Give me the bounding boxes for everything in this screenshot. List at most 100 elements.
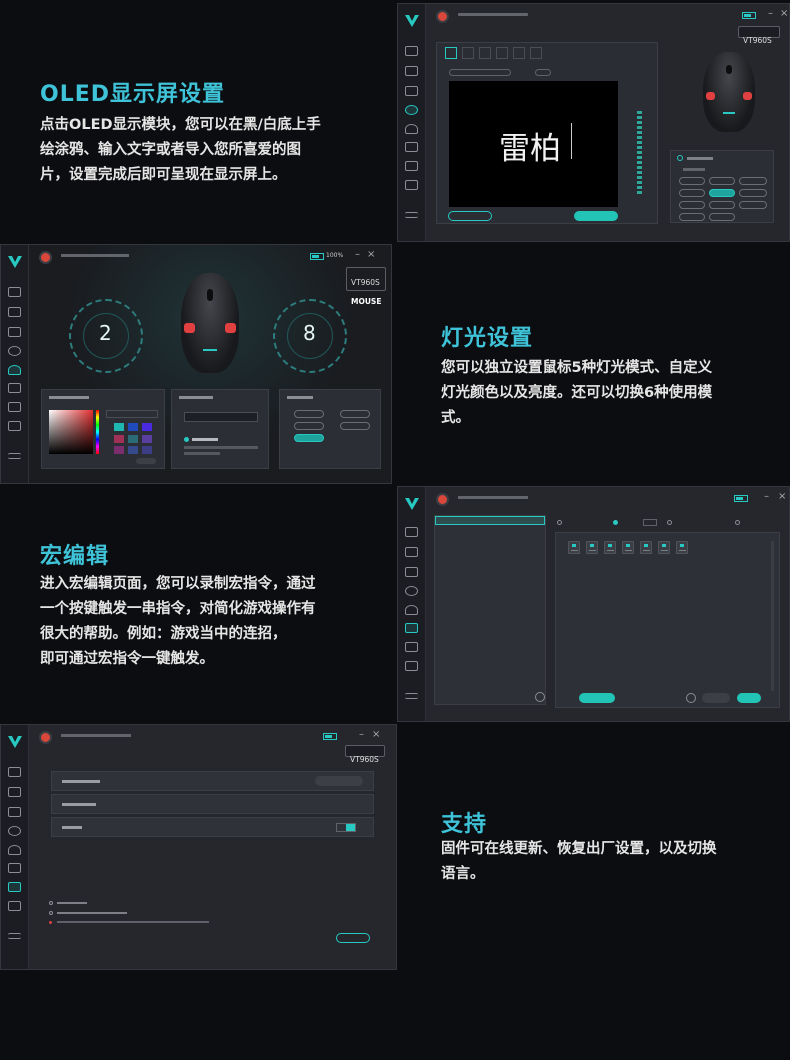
light-mode-chip[interactable]	[340, 422, 370, 430]
color-swatch[interactable]	[142, 446, 152, 454]
avatar[interactable]	[39, 251, 52, 264]
color-swatch[interactable]	[142, 423, 152, 431]
support-icon[interactable]	[405, 161, 418, 171]
mode-chip[interactable]	[709, 213, 735, 221]
support-icon[interactable]	[8, 882, 21, 892]
color-swatch[interactable]	[142, 435, 152, 443]
mode-chip[interactable]	[679, 189, 705, 197]
confirm-color-button[interactable]	[136, 458, 156, 464]
mode-chip-active[interactable]	[709, 189, 735, 197]
save-macro-button[interactable]	[737, 693, 761, 703]
color-picker[interactable]	[49, 410, 93, 454]
home-icon[interactable]	[8, 767, 21, 777]
checkbox-icon[interactable]	[49, 901, 53, 905]
home-icon[interactable]	[405, 46, 418, 56]
support-icon[interactable]	[8, 402, 21, 412]
macro-icon[interactable]	[405, 623, 418, 633]
close-icon[interactable]: ×	[372, 729, 380, 740]
device-badge[interactable]: VT960S	[738, 26, 780, 45]
light-mode-chip[interactable]	[340, 410, 370, 418]
pen-tool-icon[interactable]	[462, 47, 474, 59]
font-size-select[interactable]	[535, 69, 551, 76]
minimize-icon[interactable]: –	[768, 8, 773, 19]
radio-icon[interactable]	[557, 520, 562, 525]
checkbox-icon[interactable]	[49, 911, 53, 915]
oled-icon[interactable]	[8, 826, 21, 836]
keys-icon[interactable]	[8, 307, 21, 317]
check-update-button[interactable]	[315, 776, 363, 786]
color-swatch[interactable]	[128, 446, 138, 454]
scrollbar[interactable]	[771, 541, 774, 691]
color-swatch[interactable]	[114, 446, 124, 454]
color-swatch[interactable]	[128, 435, 138, 443]
light-icon[interactable]	[405, 605, 418, 615]
device-badge[interactable]: VT960S	[345, 745, 385, 764]
oled-icon[interactable]	[405, 105, 418, 115]
hue-slider[interactable]	[96, 410, 99, 454]
rgb-inputs[interactable]	[106, 410, 158, 418]
macro-key[interactable]	[586, 541, 598, 554]
home-icon[interactable]	[405, 527, 418, 537]
text-tool-icon[interactable]	[445, 47, 457, 59]
start-recording-button[interactable]	[579, 693, 615, 703]
close-icon[interactable]: ×	[778, 491, 786, 502]
support-icon[interactable]	[405, 642, 418, 652]
close-icon[interactable]: ×	[780, 8, 788, 19]
mode-chip[interactable]	[679, 213, 705, 221]
keys-icon[interactable]	[405, 66, 418, 76]
avatar[interactable]	[436, 493, 449, 506]
menu-icon[interactable]	[8, 453, 21, 459]
mode-chip[interactable]	[739, 189, 767, 197]
minimize-icon[interactable]: –	[764, 491, 769, 502]
shape-tool-icon[interactable]	[479, 47, 491, 59]
language-toggle[interactable]	[336, 823, 356, 832]
light-mode-chip[interactable]	[294, 410, 324, 418]
close-icon[interactable]: ×	[367, 249, 375, 260]
radio-selected-icon[interactable]	[184, 437, 189, 442]
macro-key[interactable]	[658, 541, 670, 554]
mode-chip[interactable]	[679, 177, 705, 185]
menu-icon[interactable]	[8, 933, 21, 939]
light-icon[interactable]	[8, 365, 21, 375]
light-icon[interactable]	[405, 124, 418, 134]
keys-icon[interactable]	[8, 787, 21, 797]
color-swatch[interactable]	[128, 423, 138, 431]
minimize-icon[interactable]: –	[355, 249, 360, 260]
macro-list-item-selected[interactable]	[435, 516, 545, 525]
menu-icon[interactable]	[405, 212, 418, 218]
color-swatch[interactable]	[114, 435, 124, 443]
avatar[interactable]	[39, 731, 52, 744]
macro-key[interactable]	[640, 541, 652, 554]
image-tool-icon[interactable]	[530, 47, 542, 59]
radio-selected-icon[interactable]	[613, 520, 618, 525]
dpi-icon[interactable]	[8, 327, 21, 337]
oled-icon[interactable]	[8, 346, 21, 356]
dpi-icon[interactable]	[405, 86, 418, 96]
oled-canvas[interactable]: 雷柏	[449, 81, 618, 207]
radio-icon[interactable]	[735, 520, 740, 525]
user-icon[interactable]	[8, 421, 21, 431]
device-badge[interactable]: VT960S MOUSE	[346, 267, 386, 306]
dpi-icon[interactable]	[8, 807, 21, 817]
reset-icon[interactable]	[686, 693, 696, 703]
save-oled-button[interactable]	[574, 211, 618, 221]
macro-icon[interactable]	[8, 863, 21, 873]
dpi-icon[interactable]	[405, 567, 418, 577]
cancel-button[interactable]	[702, 693, 730, 703]
oled-icon[interactable]	[405, 586, 418, 596]
color-swatch[interactable]	[114, 423, 124, 431]
macro-icon[interactable]	[405, 142, 418, 152]
macro-key[interactable]	[622, 541, 634, 554]
add-macro-icon[interactable]	[535, 692, 545, 702]
user-icon[interactable]	[405, 180, 418, 190]
macro-key[interactable]	[568, 541, 580, 554]
radio-icon[interactable]	[667, 520, 672, 525]
brightness-slider[interactable]	[637, 111, 642, 195]
macro-key[interactable]	[604, 541, 616, 554]
light-mode-chip-active[interactable]	[294, 434, 324, 442]
minimize-icon[interactable]: –	[359, 729, 364, 740]
user-icon[interactable]	[8, 901, 21, 911]
undo-icon[interactable]	[496, 47, 508, 59]
font-select[interactable]	[449, 69, 511, 76]
eraser-icon[interactable]	[513, 47, 525, 59]
